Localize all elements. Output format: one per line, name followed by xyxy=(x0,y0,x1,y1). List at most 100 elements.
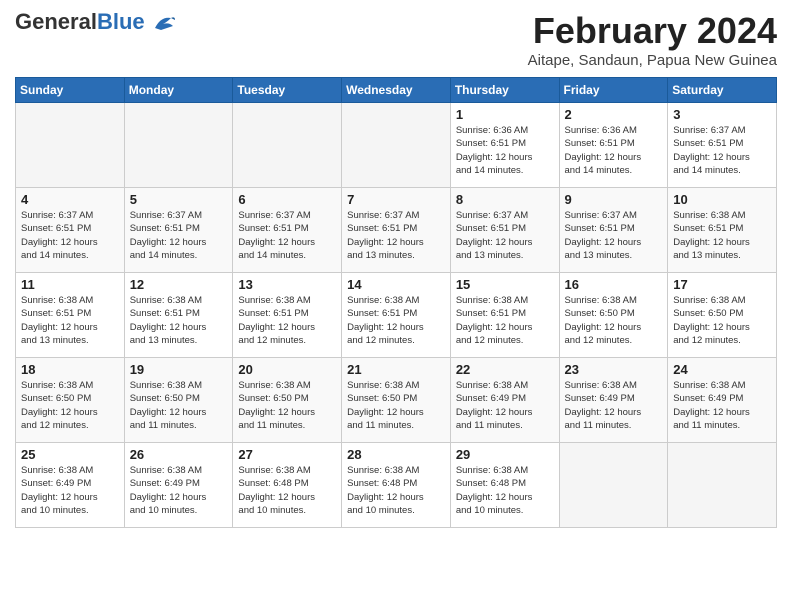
day-info: Sunrise: 6:37 AMSunset: 6:51 PMDaylight:… xyxy=(21,209,119,262)
calendar-week-2: 4 Sunrise: 6:37 AMSunset: 6:51 PMDaylight… xyxy=(16,188,777,273)
calendar-cell: 10Sunrise: 6:38 AMSunset: 6:51 PMDayligh… xyxy=(668,188,777,273)
calendar-subtitle: Aitape, Sandaun, Papua New Guinea xyxy=(528,52,777,69)
day-info: Sunrise: 6:38 AMSunset: 6:49 PMDaylight:… xyxy=(456,379,554,432)
header-day-sunday: Sunday xyxy=(16,78,125,103)
day-number: 25 xyxy=(21,447,119,462)
day-number: 12 xyxy=(130,277,228,292)
calendar-cell xyxy=(124,103,233,188)
header-day-thursday: Thursday xyxy=(450,78,559,103)
calendar-cell xyxy=(342,103,451,188)
day-number: 7 xyxy=(347,192,445,207)
day-number: 21 xyxy=(347,362,445,377)
header-day-tuesday: Tuesday xyxy=(233,78,342,103)
calendar-cell xyxy=(559,443,668,528)
calendar-cell: 4 Sunrise: 6:37 AMSunset: 6:51 PMDaylight… xyxy=(16,188,125,273)
day-number: 26 xyxy=(130,447,228,462)
calendar-week-3: 11Sunrise: 6:38 AMSunset: 6:51 PMDayligh… xyxy=(16,273,777,358)
calendar-cell: 15Sunrise: 6:38 AMSunset: 6:51 PMDayligh… xyxy=(450,273,559,358)
day-info: Sunrise: 6:38 AMSunset: 6:49 PMDaylight:… xyxy=(565,379,663,432)
day-info: Sunrise: 6:38 AMSunset: 6:49 PMDaylight:… xyxy=(21,464,119,517)
day-info: Sunrise: 6:37 AMSunset: 6:51 PMDaylight:… xyxy=(238,209,336,262)
calendar-cell: 2 Sunrise: 6:36 AMSunset: 6:51 PMDaylight… xyxy=(559,103,668,188)
calendar-week-1: 1 Sunrise: 6:36 AMSunset: 6:51 PMDaylight… xyxy=(16,103,777,188)
calendar-cell: 1 Sunrise: 6:36 AMSunset: 6:51 PMDaylight… xyxy=(450,103,559,188)
day-info: Sunrise: 6:37 AMSunset: 6:51 PMDaylight:… xyxy=(456,209,554,262)
calendar-cell: 6 Sunrise: 6:37 AMSunset: 6:51 PMDaylight… xyxy=(233,188,342,273)
day-info: Sunrise: 6:38 AMSunset: 6:48 PMDaylight:… xyxy=(456,464,554,517)
calendar-cell: 7 Sunrise: 6:37 AMSunset: 6:51 PMDaylight… xyxy=(342,188,451,273)
calendar-cell: 25 Sunrise: 6:38 AMSunset: 6:49 PMDayligh… xyxy=(16,443,125,528)
day-number: 24 xyxy=(673,362,771,377)
day-info: Sunrise: 6:37 AMSunset: 6:51 PMDaylight:… xyxy=(130,209,228,262)
day-number: 27 xyxy=(238,447,336,462)
calendar-cell: 20 Sunrise: 6:38 AMSunset: 6:50 PMDayligh… xyxy=(233,358,342,443)
calendar-cell: 17 Sunrise: 6:38 AMSunset: 6:50 PMDayligh… xyxy=(668,273,777,358)
day-number: 13 xyxy=(238,277,336,292)
day-info: Sunrise: 6:38 AMSunset: 6:49 PMDaylight:… xyxy=(673,379,771,432)
day-info: Sunrise: 6:38 AMSunset: 6:48 PMDaylight:… xyxy=(347,464,445,517)
calendar-table: SundayMondayTuesdayWednesdayThursdayFrid… xyxy=(15,77,777,528)
calendar-cell: 11Sunrise: 6:38 AMSunset: 6:51 PMDayligh… xyxy=(16,273,125,358)
logo-bird-icon xyxy=(153,14,175,32)
day-info: Sunrise: 6:37 AMSunset: 6:51 PMDaylight:… xyxy=(673,124,771,177)
day-info: Sunrise: 6:38 AMSunset: 6:50 PMDaylight:… xyxy=(347,379,445,432)
day-number: 20 xyxy=(238,362,336,377)
day-number: 19 xyxy=(130,362,228,377)
header: GeneralBlue February 2024 Aitape, Sandau… xyxy=(15,10,777,69)
day-number: 3 xyxy=(673,107,771,122)
day-info: Sunrise: 6:38 AMSunset: 6:50 PMDaylight:… xyxy=(238,379,336,432)
calendar-cell: 21 Sunrise: 6:38 AMSunset: 6:50 PMDayligh… xyxy=(342,358,451,443)
calendar-cell xyxy=(668,443,777,528)
calendar-cell xyxy=(16,103,125,188)
day-number: 17 xyxy=(673,277,771,292)
calendar-cell: 29 Sunrise: 6:38 AMSunset: 6:48 PMDayligh… xyxy=(450,443,559,528)
calendar-cell: 14Sunrise: 6:38 AMSunset: 6:51 PMDayligh… xyxy=(342,273,451,358)
calendar-cell: 9 Sunrise: 6:37 AMSunset: 6:51 PMDaylight… xyxy=(559,188,668,273)
day-info: Sunrise: 6:38 AMSunset: 6:48 PMDaylight:… xyxy=(238,464,336,517)
day-info: Sunrise: 6:38 AMSunset: 6:50 PMDaylight:… xyxy=(673,294,771,347)
header-day-monday: Monday xyxy=(124,78,233,103)
calendar-cell: 12Sunrise: 6:38 AMSunset: 6:51 PMDayligh… xyxy=(124,273,233,358)
calendar-cell: 24 Sunrise: 6:38 AMSunset: 6:49 PMDayligh… xyxy=(668,358,777,443)
calendar-title: February 2024 xyxy=(528,10,777,52)
calendar-cell: 13Sunrise: 6:38 AMSunset: 6:51 PMDayligh… xyxy=(233,273,342,358)
calendar-cell: 5 Sunrise: 6:37 AMSunset: 6:51 PMDaylight… xyxy=(124,188,233,273)
calendar-cell: 23Sunrise: 6:38 AMSunset: 6:49 PMDayligh… xyxy=(559,358,668,443)
day-number: 6 xyxy=(238,192,336,207)
calendar-cell: 3 Sunrise: 6:37 AMSunset: 6:51 PMDaylight… xyxy=(668,103,777,188)
calendar-body: 1 Sunrise: 6:36 AMSunset: 6:51 PMDaylight… xyxy=(16,103,777,528)
calendar-cell: 22 Sunrise: 6:38 AMSunset: 6:49 PMDayligh… xyxy=(450,358,559,443)
day-info: Sunrise: 6:38 AMSunset: 6:51 PMDaylight:… xyxy=(21,294,119,347)
day-number: 15 xyxy=(456,277,554,292)
day-number: 29 xyxy=(456,447,554,462)
calendar-cell: 16Sunrise: 6:38 AMSunset: 6:50 PMDayligh… xyxy=(559,273,668,358)
calendar-cell: 26Sunrise: 6:38 AMSunset: 6:49 PMDayligh… xyxy=(124,443,233,528)
day-number: 4 xyxy=(21,192,119,207)
calendar-header-row: SundayMondayTuesdayWednesdayThursdayFrid… xyxy=(16,78,777,103)
day-number: 22 xyxy=(456,362,554,377)
day-info: Sunrise: 6:36 AMSunset: 6:51 PMDaylight:… xyxy=(565,124,663,177)
calendar-cell xyxy=(233,103,342,188)
header-day-saturday: Saturday xyxy=(668,78,777,103)
header-day-wednesday: Wednesday xyxy=(342,78,451,103)
day-number: 1 xyxy=(456,107,554,122)
logo-general: General xyxy=(15,9,97,34)
day-info: Sunrise: 6:38 AMSunset: 6:51 PMDaylight:… xyxy=(673,209,771,262)
calendar-week-4: 18Sunrise: 6:38 AMSunset: 6:50 PMDayligh… xyxy=(16,358,777,443)
calendar-cell: 28Sunrise: 6:38 AMSunset: 6:48 PMDayligh… xyxy=(342,443,451,528)
day-info: Sunrise: 6:36 AMSunset: 6:51 PMDaylight:… xyxy=(456,124,554,177)
day-info: Sunrise: 6:37 AMSunset: 6:51 PMDaylight:… xyxy=(347,209,445,262)
day-info: Sunrise: 6:37 AMSunset: 6:51 PMDaylight:… xyxy=(565,209,663,262)
logo-text: GeneralBlue xyxy=(15,10,175,34)
day-info: Sunrise: 6:38 AMSunset: 6:50 PMDaylight:… xyxy=(130,379,228,432)
day-number: 5 xyxy=(130,192,228,207)
calendar-cell: 27 Sunrise: 6:38 AMSunset: 6:48 PMDayligh… xyxy=(233,443,342,528)
day-info: Sunrise: 6:38 AMSunset: 6:51 PMDaylight:… xyxy=(347,294,445,347)
day-number: 2 xyxy=(565,107,663,122)
day-number: 8 xyxy=(456,192,554,207)
logo: GeneralBlue xyxy=(15,10,175,34)
day-info: Sunrise: 6:38 AMSunset: 6:50 PMDaylight:… xyxy=(21,379,119,432)
logo-blue: Blue xyxy=(97,9,145,34)
calendar-cell: 8 Sunrise: 6:37 AMSunset: 6:51 PMDaylight… xyxy=(450,188,559,273)
day-number: 9 xyxy=(565,192,663,207)
